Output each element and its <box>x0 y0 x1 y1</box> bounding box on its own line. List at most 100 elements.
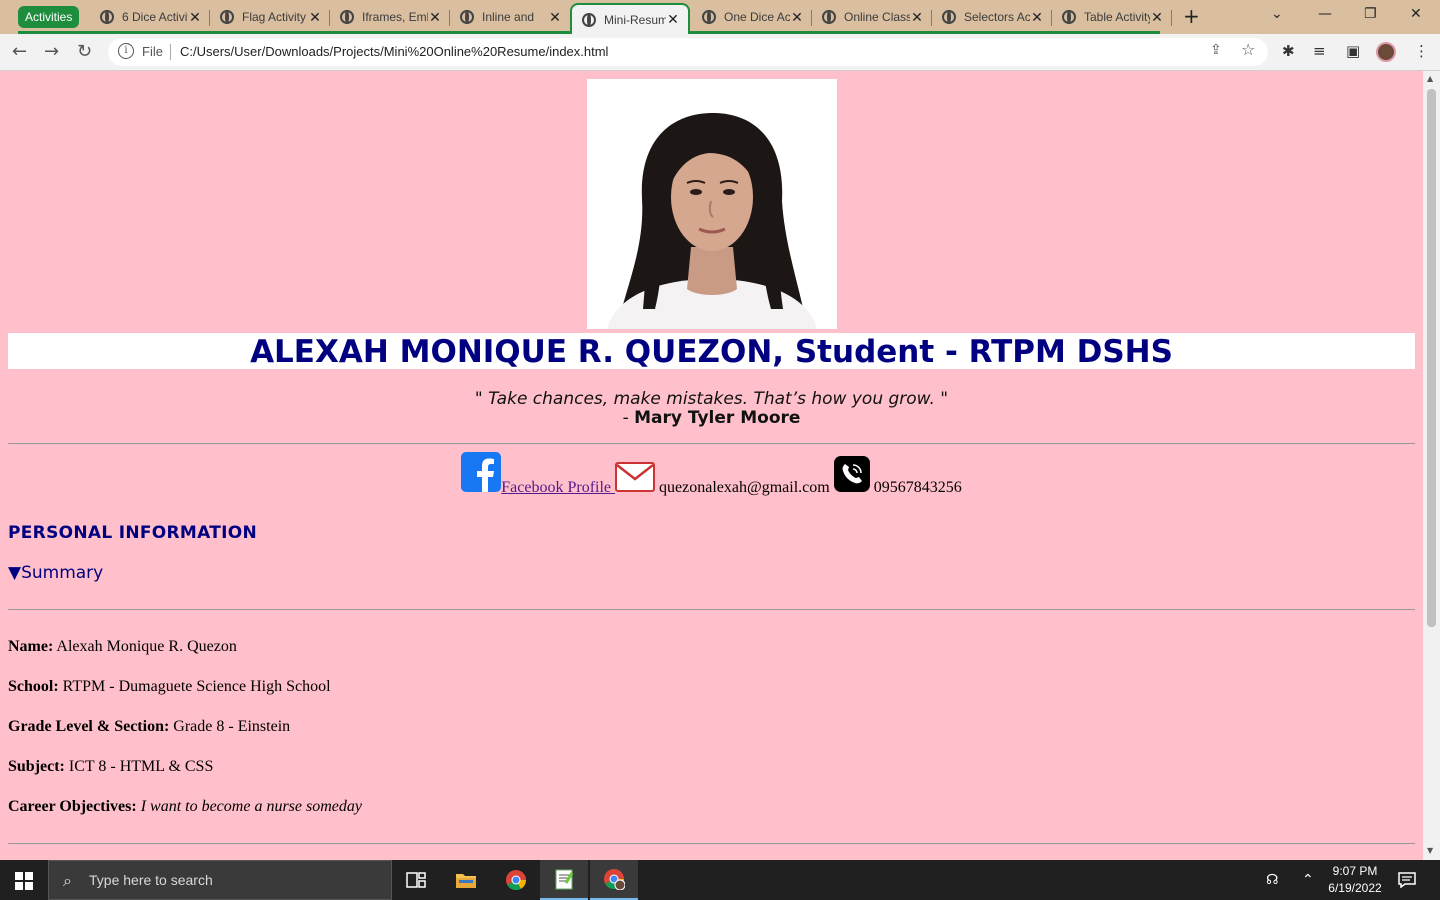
info-label: Name: <box>8 638 54 655</box>
page-title: ALEXAH MONIQUE R. QUEZON, Student - RTPM… <box>8 333 1415 370</box>
profile-photo <box>587 79 837 329</box>
clock-date: 6/19/2022 <box>1328 881 1382 895</box>
info-career-objectives: Career Objectives: I want to become a nu… <box>8 798 362 816</box>
clock-time: 9:07 PM <box>1332 864 1378 878</box>
tab-title: 6 Dice Activity <box>122 10 188 24</box>
info-value: Alexah Monique R. Quezon <box>53 638 237 655</box>
show-hidden-icons-chevron-icon[interactable]: ⌃ <box>1302 872 1314 888</box>
chrome-profile-icon[interactable] <box>590 860 638 900</box>
globe-icon <box>100 10 114 24</box>
info-label: Career Objectives: <box>8 798 137 815</box>
reload-icon[interactable]: ↻ <box>77 41 92 62</box>
taskbar-search[interactable]: ⌕ Type here to search <box>48 860 392 900</box>
people-icon[interactable]: ☊ <box>1266 872 1278 888</box>
info-grade-section: Grade Level & Section: Grade 8 - Einstei… <box>8 718 290 736</box>
facebook-icon[interactable] <box>461 452 502 497</box>
facebook-profile-link[interactable]: Facebook Profile <box>501 479 615 496</box>
close-window-icon[interactable]: ✕ <box>1410 6 1422 22</box>
tab-title: Mini-Resume <box>604 12 666 27</box>
minimize-icon[interactable]: — <box>1318 6 1332 22</box>
restore-icon[interactable]: ❐ <box>1364 6 1377 22</box>
task-view-icon[interactable] <box>392 860 440 900</box>
tab-strip: Activities 6 Dice Activity ✕ Flag Activi… <box>0 0 1440 34</box>
scroll-up-icon[interactable]: ▲ <box>1427 74 1433 83</box>
close-tab-icon[interactable]: ✕ <box>910 9 924 26</box>
close-tab-icon[interactable]: ✕ <box>188 9 202 26</box>
tab-iframes[interactable]: Iframes, Embed ✕ <box>330 3 450 31</box>
info-subject: Subject: ICT 8 - HTML & CSS <box>8 758 213 776</box>
info-icon[interactable]: i <box>118 43 134 59</box>
browser-toolbar: ← → ↻ i File C:/Users/User/Downloads/Pro… <box>0 34 1440 71</box>
info-value: ICT 8 - HTML & CSS <box>64 758 214 775</box>
quote-text: " Take chances, make mistakes. That’s ho… <box>474 389 949 409</box>
scroll-down-icon[interactable]: ▼ <box>1427 846 1433 855</box>
close-tab-icon[interactable]: ✕ <box>308 9 322 26</box>
menu-kebab-icon[interactable]: ⋮ <box>1414 42 1429 60</box>
globe-icon <box>340 10 354 24</box>
globe-icon <box>1062 10 1076 24</box>
quote-dash: - <box>622 408 635 428</box>
new-tab-icon[interactable]: + <box>1183 4 1200 28</box>
page-content: ALEXAH MONIQUE R. QUEZON, Student - RTPM… <box>0 71 1423 860</box>
info-school: School: RTPM - Dumaguete Science High Sc… <box>8 678 331 696</box>
tab-online-class[interactable]: Online Class ✕ <box>812 3 932 31</box>
url-text[interactable]: C:/Users/User/Downloads/Projects/Mini%20… <box>180 44 608 59</box>
page-scrollbar[interactable]: ▲ ▼ <box>1423 71 1440 860</box>
tab-6-dice[interactable]: 6 Dice Activity ✕ <box>90 3 210 31</box>
close-tab-icon[interactable]: ✕ <box>790 9 804 26</box>
close-tab-icon[interactable]: ✕ <box>1030 9 1044 26</box>
search-icon: ⌕ <box>63 871 72 890</box>
tab-table[interactable]: Table Activity ✕ <box>1052 3 1172 31</box>
divider <box>8 609 1415 610</box>
bookmark-star-icon[interactable]: ☆ <box>1241 40 1255 59</box>
tab-mini-resume[interactable]: Mini-Resume ✕ <box>570 3 690 34</box>
close-tab-icon[interactable]: ✕ <box>548 9 562 26</box>
tab-search-chevron-icon[interactable]: ⌄ <box>1271 6 1283 22</box>
info-label: Grade Level & Section: <box>8 718 170 735</box>
tab-title: Inline and <box>482 10 535 24</box>
personal-information-heading: PERSONAL INFORMATION <box>8 523 258 543</box>
divider <box>8 843 1415 844</box>
tab-title: Online Class <box>844 10 910 24</box>
extensions-icon[interactable]: ✱ <box>1282 42 1295 60</box>
tab-one-dice[interactable]: One Dice Activity ✕ <box>692 3 812 31</box>
profile-avatar[interactable] <box>1376 42 1396 62</box>
close-tab-icon[interactable]: ✕ <box>1150 9 1164 26</box>
notepad-plus-icon[interactable] <box>540 860 588 900</box>
system-clock[interactable]: 9:07 PM 6/19/2022 <box>1322 863 1388 897</box>
scrollbar-thumb[interactable] <box>1427 89 1436 627</box>
share-icon[interactable]: ⇪ <box>1210 42 1222 58</box>
forward-icon[interactable]: → <box>44 41 59 62</box>
tab-flag[interactable]: Flag Activity ✕ <box>210 3 330 31</box>
media-control-icon[interactable]: ≡ <box>1313 42 1326 60</box>
windows-start-icon[interactable] <box>15 872 33 890</box>
globe-icon <box>582 12 596 27</box>
tab-selectors[interactable]: Selectors Activity ✕ <box>932 3 1052 31</box>
close-tab-icon[interactable]: ✕ <box>666 11 680 28</box>
tab-inline[interactable]: Inline and ✕ <box>450 3 570 31</box>
tab-title: Table Activity <box>1084 10 1150 24</box>
tab-group-chip[interactable]: Activities <box>18 6 80 28</box>
info-value: RTPM - Dumaguete Science High School <box>58 678 331 695</box>
phone-icon <box>833 456 870 497</box>
globe-icon <box>942 10 956 24</box>
back-icon[interactable]: ← <box>12 41 27 62</box>
windows-taskbar: ⌕ Type here to search ☊ ⌃ 9:07 PM 6/19/2… <box>0 860 1440 900</box>
globe-icon <box>702 10 716 24</box>
file-explorer-icon[interactable] <box>442 860 490 900</box>
notifications-icon[interactable] <box>1398 872 1416 892</box>
quote-author: Mary Tyler Moore <box>634 408 801 428</box>
side-panel-icon[interactable]: ▣ <box>1346 42 1360 60</box>
contact-row: Facebook Profile quezonalexah@gmail.com … <box>0 452 1423 497</box>
chrome-icon[interactable] <box>492 860 540 900</box>
address-bar[interactable]: i File C:/Users/User/Downloads/Projects/… <box>108 38 1268 66</box>
tab-title: Selectors Activity <box>964 10 1030 24</box>
scheme-label: File <box>142 44 163 59</box>
close-tab-icon[interactable]: ✕ <box>428 9 442 26</box>
globe-icon <box>460 10 474 24</box>
email-text: quezonalexah@gmail.com <box>659 479 830 496</box>
globe-icon <box>220 10 234 24</box>
quote-author-line: - Mary Tyler Moore <box>0 408 1423 428</box>
summary-toggle[interactable]: ▼Summary <box>8 563 103 583</box>
email-icon <box>615 462 656 497</box>
